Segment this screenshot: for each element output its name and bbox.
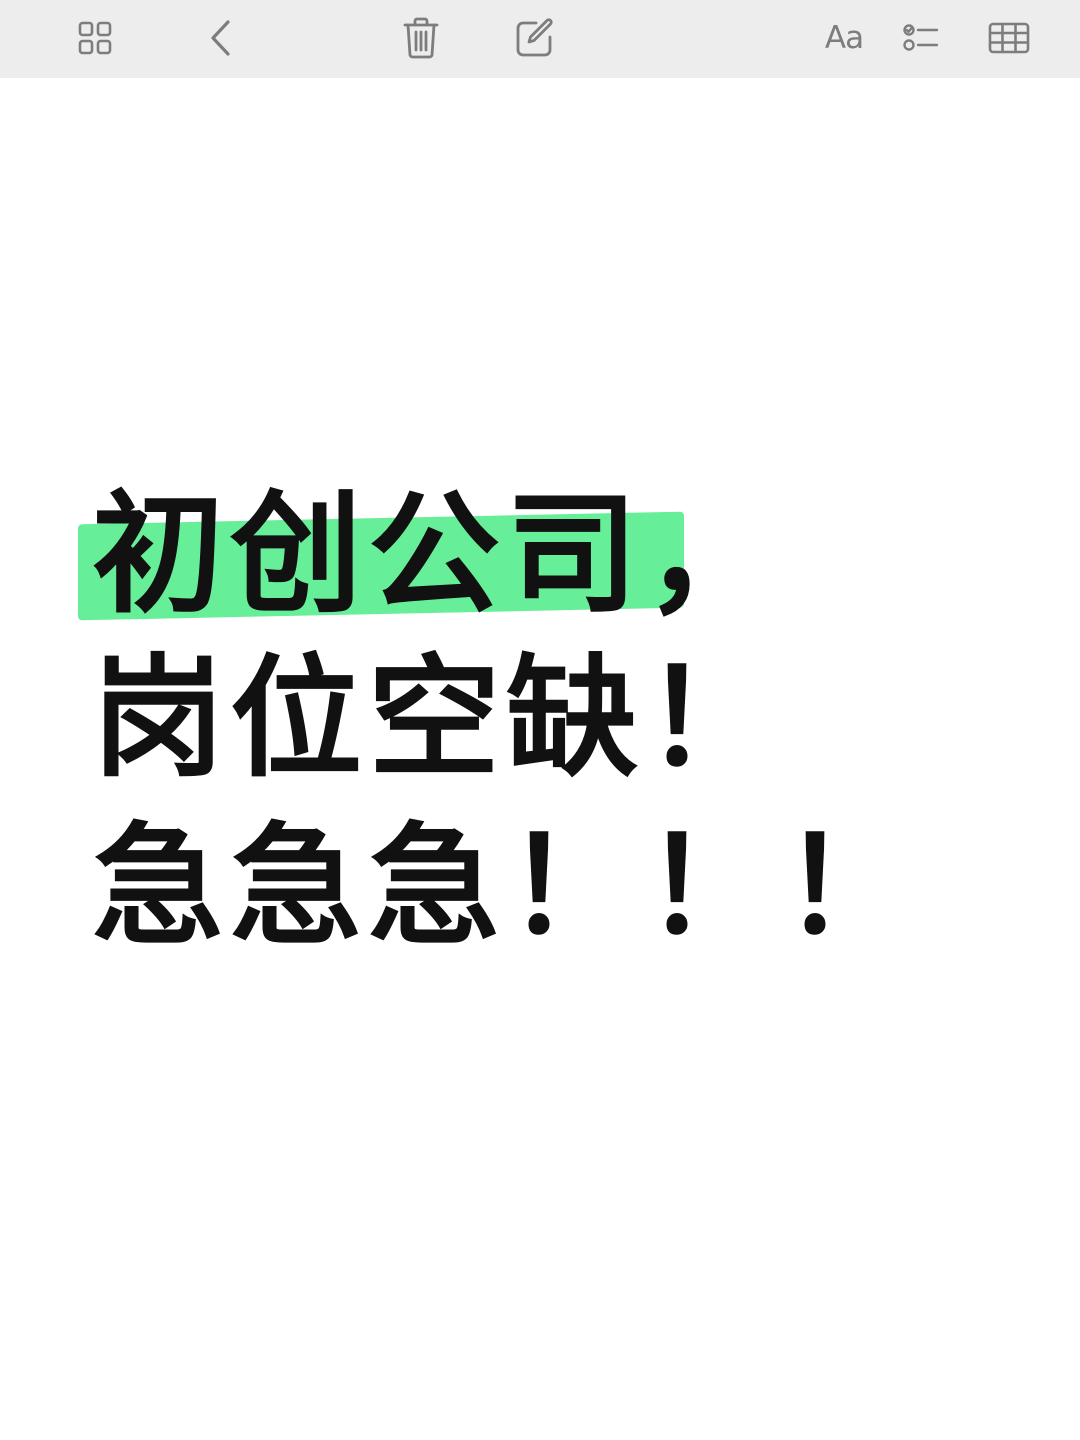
checklist-icon [903,24,939,51]
grid-icon [78,21,112,55]
text-format-icon: Aa [824,20,864,56]
table-icon [988,22,1030,54]
compose-button[interactable] [508,12,562,64]
table-button[interactable] [982,12,1036,64]
top-toolbar: Aa [0,0,1080,78]
note-line-3: 急急急！！！ [92,810,920,964]
chevron-left-icon [211,20,230,56]
text-format-button[interactable]: Aa [814,12,874,64]
delete-note-button[interactable] [394,12,448,64]
trash-icon [403,17,439,59]
back-button[interactable] [194,12,248,64]
note-line-1: 初创公司， [92,478,782,632]
note-body[interactable]: 初创公司， 岗位空缺！ 急急急！！！ [0,78,1080,1440]
note-line-2: 岗位空缺！ [92,642,782,796]
note-screen: Aa 初创公司， 岗位空缺！ 急急急！！！ [0,0,1080,1440]
gallery-view-button[interactable] [68,12,122,64]
checklist-button[interactable] [894,12,948,64]
compose-icon [516,18,553,57]
